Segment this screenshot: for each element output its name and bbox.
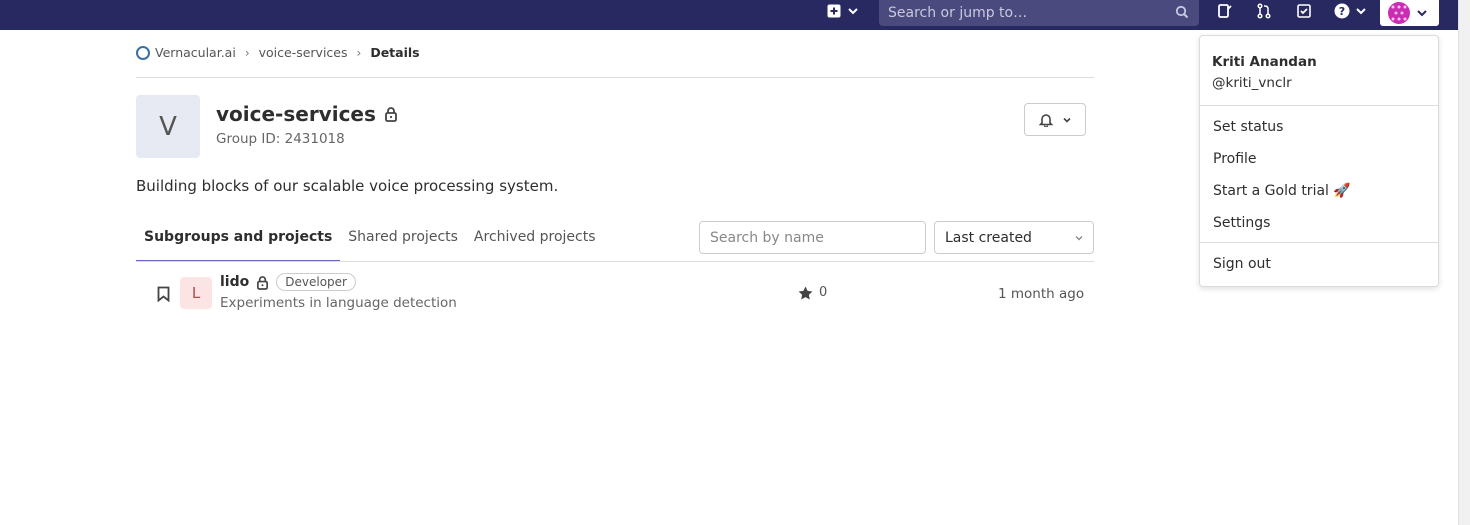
search-placeholder: Search or jump to… [888, 5, 1028, 21]
merge-requests-button[interactable] [1253, 0, 1275, 22]
lock-icon [257, 275, 269, 290]
breadcrumb-separator-icon: › [244, 45, 250, 60]
bookmark-icon[interactable] [157, 286, 170, 302]
merge-request-icon [1257, 3, 1271, 19]
group-avatar: V [136, 95, 200, 158]
group-description: Building blocks of our scalable voice pr… [136, 177, 559, 195]
bell-icon [1038, 114, 1053, 127]
sort-dropdown[interactable]: Last created [934, 221, 1094, 254]
star-count-value: 0 [819, 285, 828, 300]
notification-settings-button[interactable] [1024, 103, 1086, 136]
group-title: voice-services [216, 102, 398, 126]
page-scrollbar[interactable] [1458, 0, 1470, 525]
plus-square-icon [827, 4, 841, 18]
group-name: voice-services [216, 102, 376, 126]
tab-subgroups-and-projects[interactable]: Subgroups and projects [136, 220, 341, 262]
menu-item-sign-out[interactable]: Sign out [1213, 256, 1271, 272]
org-logo-icon [136, 45, 150, 60]
global-search-input[interactable]: Search or jump to… [879, 0, 1199, 26]
user-dropdown-menu: Kriti Anandan @kriti_vnclr Set status Pr… [1199, 35, 1439, 287]
breadcrumb: Vernacular.ai › voice-services › Details [136, 45, 420, 60]
role-badge: Developer [276, 273, 356, 291]
chevron-down-icon [1075, 236, 1083, 241]
dropdown-divider [1200, 242, 1438, 243]
breadcrumb-org-link[interactable]: Vernacular.ai [155, 45, 236, 60]
group-tabs: Subgroups and projects Shared projects A… [136, 220, 604, 262]
project-name-link[interactable]: lido [220, 274, 249, 290]
issues-button[interactable] [1214, 0, 1236, 22]
new-dropdown-button[interactable] [822, 0, 864, 22]
project-description: Experiments in language detection [220, 295, 457, 311]
project-title: lido Developer [220, 273, 356, 291]
star-icon [798, 286, 813, 299]
menu-item-set-status[interactable]: Set status [1213, 119, 1283, 135]
chevron-down-icon [1062, 117, 1071, 123]
user-menu-button[interactable] [1380, 0, 1439, 26]
tabs-divider [136, 261, 1094, 262]
help-icon: ? [1334, 3, 1349, 19]
search-by-name-input[interactable] [699, 221, 926, 254]
group-id: Group ID: 2431018 [216, 131, 345, 147]
menu-item-profile[interactable]: Profile [1213, 151, 1257, 167]
issues-icon [1218, 4, 1232, 18]
breadcrumb-group-link[interactable]: voice-services [259, 45, 348, 60]
lock-icon [385, 107, 397, 122]
tab-shared-projects[interactable]: Shared projects [340, 220, 466, 262]
menu-item-gold-trial[interactable]: Start a Gold trial 🚀 [1213, 183, 1351, 199]
project-avatar[interactable]: L [180, 277, 212, 309]
menu-item-settings[interactable]: Settings [1213, 215, 1270, 231]
todos-button[interactable] [1293, 0, 1315, 22]
search-icon [1175, 5, 1189, 19]
chevron-down-icon [1355, 8, 1366, 15]
svg-text:?: ? [1338, 5, 1344, 18]
dropdown-divider [1200, 105, 1438, 106]
breadcrumb-separator-icon: › [356, 45, 362, 60]
user-handle[interactable]: @kriti_vnclr [1212, 75, 1292, 91]
project-updated-time: 1 month ago [998, 286, 1085, 302]
chevron-down-icon [848, 8, 858, 15]
todo-icon [1297, 4, 1311, 18]
avatar-icon [1388, 2, 1410, 24]
top-navbar: Search or jump to… ? [0, 0, 1458, 30]
user-name[interactable]: Kriti Anandan [1212, 54, 1317, 70]
tab-archived-projects[interactable]: Archived projects [466, 220, 604, 262]
star-count: 0 [798, 285, 827, 300]
sort-value: Last created [945, 229, 1032, 246]
chevron-down-icon [1417, 10, 1427, 17]
help-dropdown-button[interactable]: ? [1329, 0, 1371, 22]
breadcrumb-current[interactable]: Details [370, 45, 419, 60]
divider [136, 77, 1094, 78]
